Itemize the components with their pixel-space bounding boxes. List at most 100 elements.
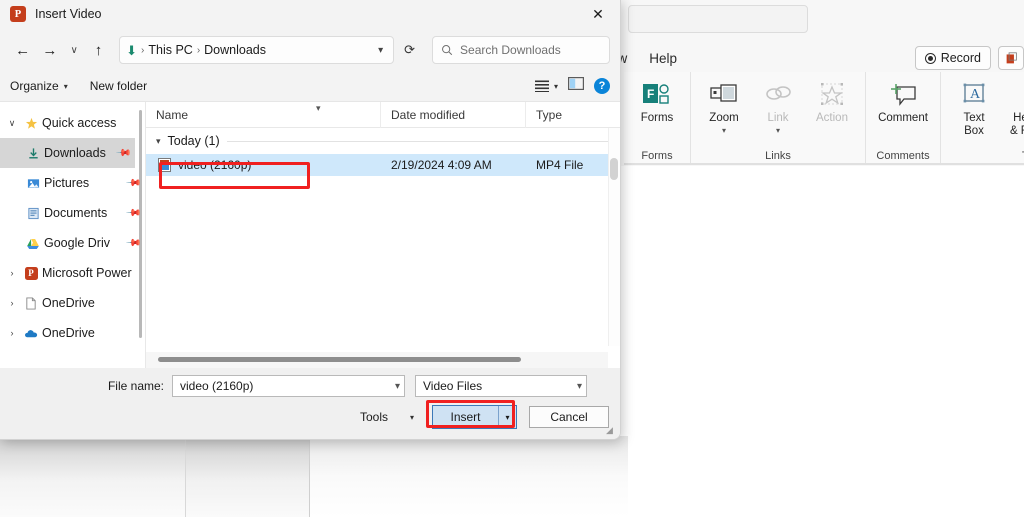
dialog-command-bar: Organize ▾ New folder ▾ ? xyxy=(0,71,620,102)
sidebar-item-microsoft-powerpoint[interactable]: › P Microsoft Power xyxy=(0,258,145,288)
sidebar-item-pictures[interactable]: Pictures 📌 xyxy=(0,168,145,198)
address-dropdown-icon[interactable]: ▾ xyxy=(378,45,387,56)
tools-label: Tools xyxy=(359,410,388,424)
tools-menu[interactable]: Tools ▾ xyxy=(360,410,414,424)
column-header-date-modified[interactable]: Date modified xyxy=(381,101,526,128)
file-list-vertical-scrollbar[interactable] xyxy=(608,128,620,346)
chevron-down-icon[interactable]: ▾ xyxy=(156,136,161,147)
pin-icon[interactable]: 📌 xyxy=(124,205,141,222)
breadcrumb-this-pc[interactable]: This PC xyxy=(148,43,192,57)
search-input[interactable]: Search Downloads xyxy=(432,36,611,64)
scrollbar-thumb[interactable] xyxy=(158,357,521,362)
sidebar-item-downloads[interactable]: Downloads 📌 xyxy=(0,138,135,168)
up-button[interactable]: ↑ xyxy=(86,37,111,63)
forms-button[interactable]: F Forms xyxy=(630,76,684,125)
header-footer-button[interactable]: Header & Footer xyxy=(1001,76,1024,137)
new-folder-button[interactable]: New folder xyxy=(90,79,147,93)
breadcrumb-separator: › xyxy=(196,44,201,56)
chevron-right-icon[interactable]: › xyxy=(4,328,20,338)
file-group-header[interactable]: ▾ Today (1) xyxy=(146,128,620,154)
ribbon-group-text: A Text Box H & xyxy=(940,72,1024,164)
insert-label: Insert xyxy=(450,410,481,424)
pin-icon[interactable]: 📌 xyxy=(124,175,141,192)
sidebar-item-onedrive-personal[interactable]: › OneDrive xyxy=(0,288,145,318)
forms-icon: F xyxy=(642,78,672,110)
column-header-type[interactable]: Type xyxy=(526,102,616,128)
insert-dropdown-icon[interactable]: ▾ xyxy=(498,406,516,428)
sidebar-label: OneDrive xyxy=(42,326,95,340)
powerpoint-icon: P xyxy=(10,6,26,22)
refresh-icon[interactable]: ⟳ xyxy=(404,42,415,58)
file-type-select[interactable]: Video Files ▾ xyxy=(415,375,587,397)
action-button[interactable]: Action xyxy=(805,76,859,125)
recent-locations-button[interactable]: ∨ xyxy=(64,37,83,63)
sidebar-label: Quick access xyxy=(42,116,117,130)
dialog-body: ∨ Quick access Downloads 📌 Pictures 📌 Do… xyxy=(0,101,620,368)
address-bar[interactable]: ⬇ › This PC › Downloads ▾ xyxy=(119,36,395,64)
ribbon-group-comments: Comment Comments xyxy=(865,72,940,164)
ribbon-group-links: Zoom ▾ Link ▾ Action Links xyxy=(690,72,865,164)
insert-button[interactable]: Insert ▾ xyxy=(432,405,517,429)
ribbon-group-label-text: Text xyxy=(941,150,1024,162)
view-controls: ▾ ? xyxy=(534,77,610,95)
close-icon[interactable]: ✕ xyxy=(576,0,620,29)
ribbon-group-forms: F Forms Forms xyxy=(624,72,690,164)
file-list-horizontal-scrollbar[interactable] xyxy=(146,352,608,368)
dialog-title: Insert Video xyxy=(35,7,102,21)
action-label: Action xyxy=(816,112,848,124)
text-box-button[interactable]: A Text Box xyxy=(947,76,1001,137)
chevron-down-icon: ▾ xyxy=(553,81,558,91)
forward-button[interactable]: → xyxy=(37,37,62,63)
ribbon-tab-help[interactable]: Help xyxy=(649,51,677,66)
pin-icon[interactable]: 📌 xyxy=(114,145,131,162)
cancel-button[interactable]: Cancel xyxy=(529,406,609,428)
back-button[interactable]: ← xyxy=(10,37,35,63)
link-icon xyxy=(763,78,793,110)
file-list-header: Name Date modified Type ▾ xyxy=(146,101,620,128)
chevron-down-icon: ▾ xyxy=(63,81,68,91)
screen: ew Help Record xyxy=(0,0,1024,517)
list-view-button[interactable]: ▾ xyxy=(534,80,558,92)
share-button[interactable] xyxy=(998,46,1024,70)
powerpoint-search-input[interactable] xyxy=(628,5,808,33)
chevron-right-icon[interactable]: › xyxy=(4,298,20,308)
search-placeholder: Search Downloads xyxy=(460,43,561,57)
sidebar-item-quick-access[interactable]: ∨ Quick access xyxy=(0,108,145,138)
insert-video-dialog: P Insert Video ✕ ← → ∨ ↑ ⬇ › This PC › D… xyxy=(0,0,621,440)
downloads-arrow-icon: ⬇ xyxy=(126,42,138,58)
sidebar-item-onedrive-cloud[interactable]: › OneDrive xyxy=(0,318,145,348)
record-button[interactable]: Record xyxy=(914,46,991,70)
table-row[interactable]: video (2160p) 2/19/2024 4:09 AM MP4 File xyxy=(146,154,620,176)
chevron-down-icon[interactable]: ▾ xyxy=(573,381,582,392)
chevron-down-icon[interactable]: ∨ xyxy=(4,118,20,129)
organize-button[interactable]: Organize ▾ xyxy=(10,79,68,93)
onedrive-cloud-icon xyxy=(20,328,42,339)
mp4-file-icon xyxy=(158,158,171,172)
ribbon-divider xyxy=(624,163,1024,165)
file-name-input[interactable]: video (2160p) ▾ xyxy=(172,375,405,397)
help-icon[interactable]: ? xyxy=(594,78,610,94)
sidebar-item-google-drive[interactable]: Google Driv 📌 xyxy=(0,228,145,258)
ribbon-top-right-controls: Record xyxy=(914,45,1024,71)
preview-pane-button[interactable] xyxy=(568,77,585,95)
ribbon: F Forms Forms Zoom ▾ Link ▾ Action Links… xyxy=(624,72,1024,164)
link-button[interactable]: Link ▾ xyxy=(751,76,805,135)
ribbon-group-label-forms: Forms xyxy=(641,150,673,162)
chevron-right-icon[interactable]: › xyxy=(4,268,20,278)
comment-button[interactable]: Comment xyxy=(872,76,934,125)
file-name-label: File name: xyxy=(107,379,164,393)
chevron-down-icon[interactable]: ▾ xyxy=(391,381,400,392)
sidebar-item-documents[interactable]: Documents 📌 xyxy=(0,198,145,228)
file-icon xyxy=(20,296,42,310)
column-header-name[interactable]: Name xyxy=(146,101,381,128)
organize-label: Organize xyxy=(10,79,59,93)
breadcrumb-downloads[interactable]: Downloads xyxy=(204,43,266,57)
resize-grip[interactable]: ◢ xyxy=(606,426,616,436)
chevron-down-icon[interactable]: ▾ xyxy=(776,126,780,135)
pin-icon[interactable]: 📌 xyxy=(124,235,141,252)
zoom-button[interactable]: Zoom ▾ xyxy=(697,76,751,135)
scrollbar-thumb[interactable] xyxy=(610,158,618,180)
chevron-down-icon[interactable]: ▾ xyxy=(410,413,414,422)
chevron-down-icon[interactable]: ▾ xyxy=(722,126,726,135)
file-type-cell: MP4 File xyxy=(536,158,584,172)
